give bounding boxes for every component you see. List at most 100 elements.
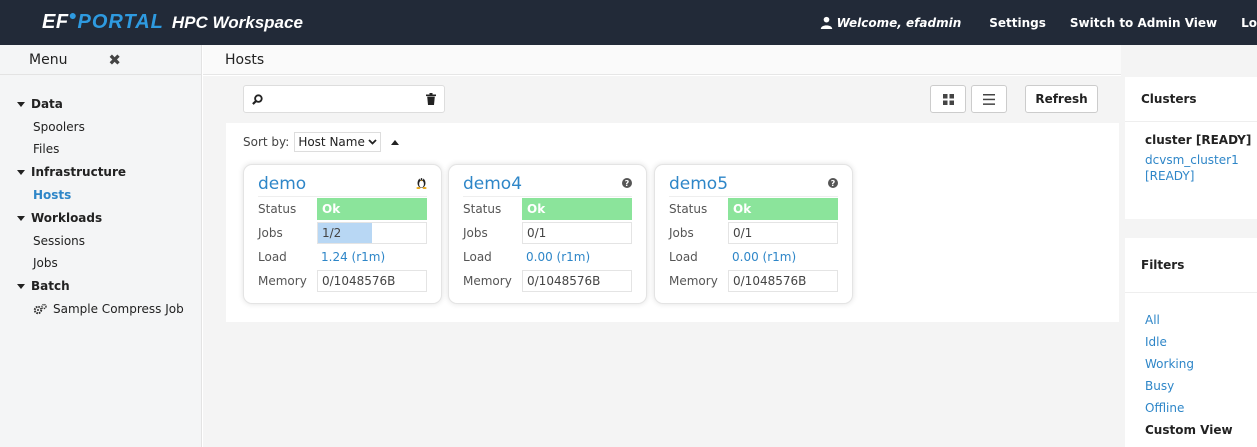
sort-direction-icon[interactable] [390,139,399,145]
top-bar: EF● PORTAL HPC Workspace Welcome, efadmi… [0,0,1257,45]
sidebar: Menu ✖ Data Spoolers Files Infrastructur… [0,45,202,447]
jobs-progress: 0/1 [522,222,632,244]
load-label: Load [669,250,698,264]
load-label: Load [258,250,287,264]
help-icon: ? [622,177,632,191]
close-icon[interactable]: ✖ [108,51,121,69]
load-label: Load [463,250,492,264]
cluster-name: cluster [READY] [1145,133,1252,147]
sort-select[interactable]: Host Name [294,132,381,152]
host-name-link[interactable]: demo [258,174,306,194]
host-card-header: demo4 ? [463,171,632,197]
host-card: demo5 ? Status Ok Jobs 0/1 Load 0.00 (r1… [654,164,853,304]
host-name-link[interactable]: demo5 [669,174,728,194]
cluster-link[interactable]: dcvsm_cluster1 [READY] [1125,152,1257,184]
caret-down-icon [17,283,25,289]
load-row: Load 1.24 (r1m) [258,245,427,269]
status-row: Status Ok [258,197,427,221]
status-badge: Ok [728,198,838,220]
host-card: demo Status Ok Jobs 1/2 Load 1.24 (r1m) … [243,164,442,304]
gears-icon [33,303,47,315]
svg-text:?: ? [831,179,836,188]
search-icon[interactable] [252,93,263,105]
sidebar-section-data[interactable]: Data [0,92,201,116]
jobs-progress: 0/1 [728,222,838,244]
jobs-row: Jobs 0/1 [463,221,632,245]
memory-value: 0/1048576B [728,270,838,292]
status-label: Status [258,202,297,216]
menu-header: Menu ✖ [0,45,201,75]
help-icon: ? [828,177,838,191]
memory-label: Memory [258,274,307,288]
host-cards-panel: Sort by: Host Name demo Status Ok Jobs 1… [226,123,1119,322]
host-card: demo4 ? Status Ok Jobs 0/1 Load 0.00 (r1… [448,164,647,304]
hosts-content: Refresh Sort by: Host Name demo Status O… [203,76,1121,447]
sidebar-section-infrastructure[interactable]: Infrastructure [0,160,201,184]
right-panel: Clusters cluster [READY] dcvsm_cluster1 … [1121,45,1257,447]
sidebar-section-workloads[interactable]: Workloads [0,206,201,230]
clusters-title: Clusters [1125,77,1257,122]
load-link[interactable]: 0.00 (r1m) [728,246,838,268]
sidebar-item-sample-compress-job[interactable]: Sample Compress Job [0,298,201,320]
menu-label: Menu [29,51,68,68]
memory-label: Memory [463,274,512,288]
sidebar-item-files[interactable]: Files [0,138,201,160]
logout-link[interactable]: Lo [1241,16,1257,30]
memory-row: Memory 0/1048576B [463,269,632,293]
sort-row: Sort by: Host Name [243,132,399,152]
sidebar-item-jobs[interactable]: Jobs [0,252,201,274]
top-nav: Welcome, efadmin Settings Switch to Admi… [820,16,1257,30]
welcome-user[interactable]: Welcome, efadmin [820,15,962,30]
caret-down-icon [17,215,25,221]
grid-icon [942,93,954,105]
sidebar-section-batch[interactable]: Batch [0,274,201,298]
jobs-progress: 1/2 [317,222,427,244]
caret-down-icon [17,101,25,107]
load-link[interactable]: 1.24 (r1m) [317,246,427,268]
status-row: Status Ok [463,197,632,221]
settings-link[interactable]: Settings [989,16,1046,30]
load-link[interactable]: 0.00 (r1m) [522,246,632,268]
search-input[interactable] [269,92,420,106]
status-row: Status Ok [669,197,838,221]
brand-ef: EF● [42,7,78,33]
list-view-button[interactable] [971,85,1007,113]
brand-product-name: HPC Workspace [171,13,303,32]
search-box [243,85,445,113]
memory-row: Memory 0/1048576B [669,269,838,293]
brand-logo[interactable]: EF● PORTAL HPC Workspace [0,7,303,34]
menu-body: Data Spoolers Files Infrastructure Hosts… [0,75,201,320]
chevron-down-icon [368,139,377,145]
jobs-row: Jobs 0/1 [669,221,838,245]
filter-all[interactable]: All [1125,309,1257,331]
caret-down-icon [17,169,25,175]
memory-value: 0/1048576B [522,270,632,292]
sidebar-item-hosts[interactable]: Hosts [0,184,201,206]
filters-title: Filters [1125,238,1257,293]
memory-label: Memory [669,274,718,288]
refresh-button[interactable]: Refresh [1025,85,1098,113]
grid-view-button[interactable] [930,85,966,113]
main-area: Hosts Refresh Sort by: Host Name demo St… [203,45,1121,447]
filter-offline[interactable]: Offline [1125,397,1257,419]
host-card-header: demo5 ? [669,171,838,197]
filter-idle[interactable]: Idle [1125,331,1257,353]
user-icon [820,16,832,29]
welcome-text: Welcome, efadmin [836,15,962,30]
sidebar-item-sessions[interactable]: Sessions [0,230,201,252]
brand-portal: PORTAL [77,11,164,33]
clusters-panel: Clusters cluster [READY] dcvsm_cluster1 … [1125,77,1257,219]
sidebar-item-spoolers[interactable]: Spoolers [0,116,201,138]
filters-panel: Filters All Idle Working Busy Offline Cu… [1125,238,1257,447]
switch-admin-view-link[interactable]: Switch to Admin View [1070,16,1217,30]
host-card-header: demo [258,171,427,197]
host-name-link[interactable]: demo4 [463,174,522,194]
status-badge: Ok [317,198,427,220]
page-title: Hosts [203,45,1121,75]
jobs-row: Jobs 1/2 [258,221,427,245]
filter-busy[interactable]: Busy [1125,375,1257,397]
trash-icon[interactable] [426,93,436,105]
filter-working[interactable]: Working [1125,353,1257,375]
jobs-label: Jobs [669,226,694,240]
filter-custom-view[interactable]: Custom View [1125,419,1257,441]
